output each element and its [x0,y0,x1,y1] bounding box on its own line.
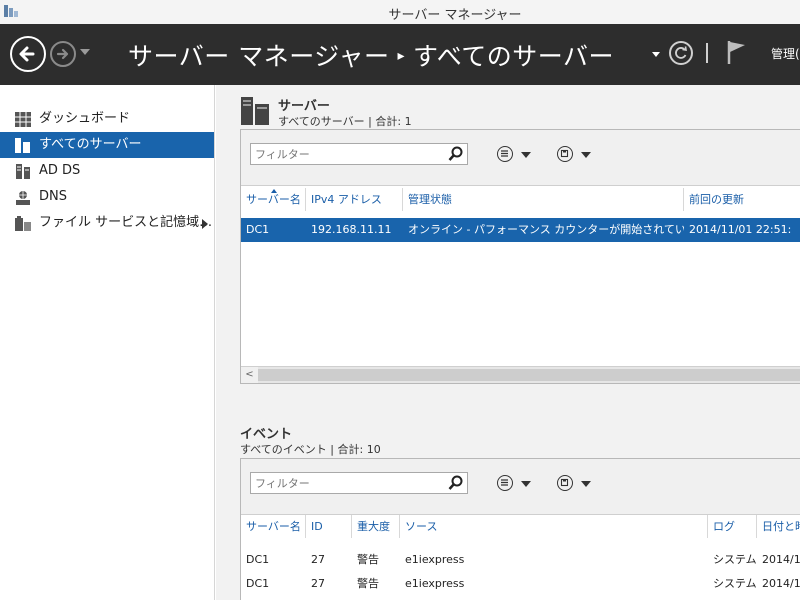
main-content: サーバー すべてのサーバー | 合計: 1 フィルター サーバー名 IPv4 ア… [216,85,800,600]
column-source[interactable]: ソース [400,515,708,538]
header-bar: サーバー マネージャー ▸ すべてのサーバー 管理( [0,24,800,85]
cell-severity: 警告 [357,577,379,590]
events-list-options-button[interactable] [497,475,537,493]
sidebar-item-dns[interactable]: DNS [0,184,214,210]
window-title: サーバー マネージャー [388,8,522,23]
servers-save-query-button[interactable] [557,146,597,164]
sidebar-item-label: AD DS [39,163,81,178]
breadcrumb-current: すべてのサーバー [412,42,614,71]
servers-filter-box [250,143,468,165]
save-icon [557,475,573,491]
submenu-arrow-icon[interactable] [202,219,208,229]
save-icon [557,146,573,162]
column-id[interactable]: ID [306,515,352,538]
search-icon[interactable] [448,146,464,162]
arrow-right-icon [56,48,69,60]
refresh-button[interactable] [669,41,693,65]
refresh-dropdown-icon[interactable] [652,52,660,57]
header-divider [706,43,708,63]
cell-server-name: DC1 [246,577,270,590]
file-services-icon [15,216,31,231]
sidebar-item-all-servers[interactable]: すべてのサーバー [0,132,214,158]
cell-server-name: DC1 [246,553,270,566]
events-section-title: イベント [240,427,293,442]
cell-source: e1iexpress [405,553,465,566]
cell-source: e1iexpress [405,577,465,590]
history-dropdown-icon[interactable] [80,49,90,55]
manage-menu[interactable]: 管理( [771,45,800,62]
refresh-icon [675,46,687,59]
arrow-left-icon [19,46,35,62]
all-servers-icon [15,138,30,153]
cell-id: 27 [311,553,325,566]
chevron-down-icon [521,481,531,487]
cell-status: オンライン - パフォーマンス カウンターが開始されていません [408,223,684,236]
cell-log: システム [713,577,757,590]
chevron-down-icon [581,481,591,487]
dns-icon [16,191,30,205]
chevron-down-icon [581,152,591,158]
cell-ipv4: 192.168.11.11 [311,223,392,236]
column-status[interactable]: 管理状態 [403,188,684,211]
sidebar-item-ad-ds[interactable]: AD DS [0,158,214,184]
column-server-name[interactable]: サーバー名 [241,515,306,538]
column-severity[interactable]: 重大度 [352,515,400,538]
chevron-down-icon [521,152,531,158]
events-column-header: サーバー名 ID 重大度 ソース ログ 日付と時 [241,515,800,538]
column-ipv4[interactable]: IPv4 アドレス [306,188,403,211]
cell-last-update: 2014/11/01 22:51: [689,223,792,236]
search-icon[interactable] [448,475,464,491]
column-log[interactable]: ログ [708,515,757,538]
events-panel: サーバー名 ID 重大度 ソース ログ 日付と時 DC1 27 警告 e1iex… [240,458,800,600]
sidebar-item-label: DNS [39,189,67,204]
cell-severity: 警告 [357,553,379,566]
ad-ds-icon [16,164,30,179]
servers-section-title: サーバー [278,99,330,114]
sort-ascending-icon [271,189,277,193]
column-date-time[interactable]: 日付と時 [757,515,800,538]
servers-filter-input[interactable] [251,144,441,164]
cell-server-name: DC1 [246,223,270,236]
sidebar-item-label: すべてのサーバー [39,137,142,152]
servers-section-icon [241,97,269,125]
forward-button[interactable] [50,41,76,67]
scrollbar-thumb[interactable] [258,369,800,381]
notifications-flag-icon[interactable] [726,39,748,65]
events-filter-input[interactable] [251,473,441,493]
cell-log: システム [713,553,757,566]
breadcrumb-root[interactable]: サーバー マネージャー [128,42,389,71]
column-server-name[interactable]: サーバー名 [241,188,306,211]
sidebar-item-file-services[interactable]: ファイル サービスと記憶域… [0,210,214,236]
events-filter-box [250,472,468,494]
servers-horizontal-scrollbar[interactable]: < [241,366,800,383]
cell-date-time: 2014/1 [762,577,800,590]
table-row[interactable]: DC1 192.168.11.11 オンライン - パフォーマンス カウンターが… [241,218,800,242]
window-title-bar: サーバー マネージャー [0,0,800,24]
list-options-icon [497,146,513,162]
cell-date-time: 2014/1 [762,553,800,566]
events-save-query-button[interactable] [557,475,597,493]
scroll-left-button[interactable]: < [241,367,258,383]
cell-id: 27 [311,577,325,590]
events-toolbar [241,459,800,515]
sidebar-item-dashboard[interactable]: ダッシュボード [0,106,214,132]
sidebar-item-label: ダッシュボード [39,111,131,126]
table-row[interactable]: DC1 27 警告 e1iexpress システム 2014/1 [241,548,800,572]
breadcrumb-separator-icon: ▸ [397,48,405,64]
column-last-update[interactable]: 前回の更新 [684,188,800,211]
servers-toolbar [241,130,800,186]
servers-panel: サーバー名 IPv4 アドレス 管理状態 前回の更新 DC1 192.168.1… [240,129,800,384]
breadcrumb: サーバー マネージャー ▸ すべてのサーバー [128,37,614,73]
servers-section-subtitle: すべてのサーバー | 合計: 1 [278,115,412,128]
servers-column-header: サーバー名 IPv4 アドレス 管理状態 前回の更新 [241,188,800,211]
back-button[interactable] [10,36,46,72]
servers-list-options-button[interactable] [497,146,537,164]
dashboard-icon [15,112,31,127]
events-section-subtitle: すべてのイベント | 合計: 10 [240,443,381,456]
sidebar: ダッシュボード すべてのサーバー AD DS DNS ファイル サービスと記憶域… [0,85,215,600]
list-options-icon [497,475,513,491]
table-row[interactable]: DC1 27 警告 e1iexpress システム 2014/1 [241,572,800,596]
sidebar-item-label: ファイル サービスと記憶域… [39,215,213,230]
